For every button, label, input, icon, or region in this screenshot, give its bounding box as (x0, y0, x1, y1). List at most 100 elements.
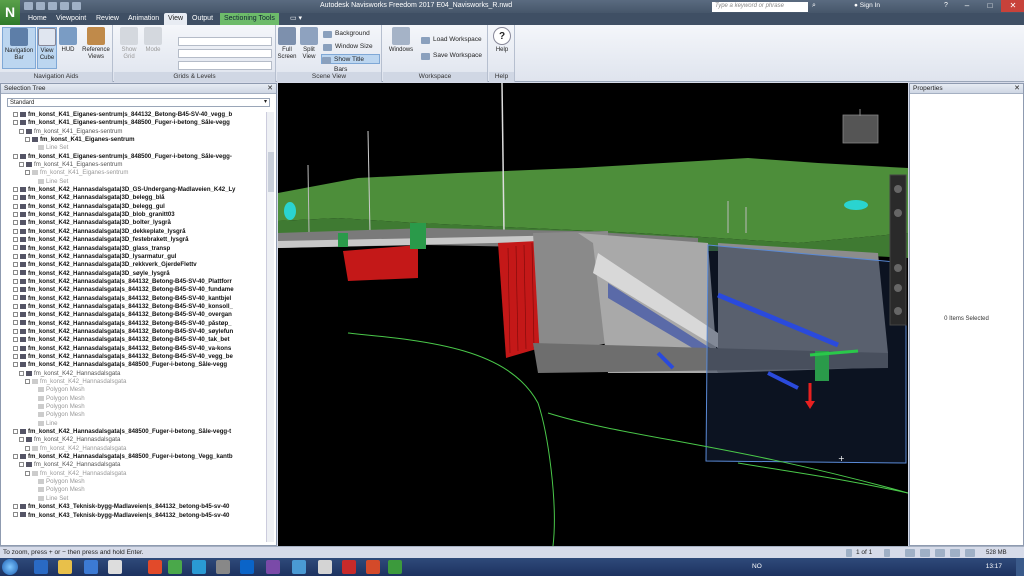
expand-toggle-icon[interactable] (19, 128, 24, 134)
tree-row[interactable]: fm_konst_K43_Teknisk-bygg-Madlaveien|s_8… (7, 512, 263, 520)
tree-row[interactable]: fm_konst_K42_Hannasdalsgata (7, 470, 263, 478)
tree-row[interactable]: fm_konst_K42_Hannasdalsgata|s_844132_Bet… (7, 345, 263, 353)
tree-row[interactable]: fm_konst_K42_Hannasdalsgata|3D_glass_tra… (7, 245, 263, 253)
tab-home[interactable]: Home (24, 13, 51, 25)
search-input[interactable]: Type a keyword or phrase (712, 2, 808, 12)
expand-toggle-icon[interactable] (13, 228, 18, 234)
tab-overflow[interactable]: ▭ ▾ (286, 13, 306, 25)
tree-row[interactable]: Line (7, 420, 263, 428)
powerpoint-icon[interactable] (366, 560, 380, 574)
redo-icon[interactable] (60, 2, 69, 10)
tree-row[interactable]: fm_konst_K42_Hannasdalsgata (7, 370, 263, 378)
load-workspace-button[interactable]: Load Workspace (421, 35, 482, 45)
expand-toggle-icon[interactable] (13, 512, 18, 518)
tab-review[interactable]: Review (92, 13, 123, 25)
app-icon[interactable] (84, 560, 98, 574)
expand-toggle-icon[interactable] (13, 212, 18, 218)
show-desktop-button[interactable] (1016, 558, 1024, 576)
language-indicator[interactable]: NO (752, 563, 762, 570)
tree-row[interactable]: fm_konst_K41_Eiganes-sentrum (7, 169, 263, 177)
expand-toggle-icon[interactable] (13, 203, 18, 209)
tree-row[interactable]: fm_konst_K42_Hannasdalsgata (7, 436, 263, 444)
app-menu-button[interactable]: N (0, 0, 20, 25)
tree-row[interactable]: fm_konst_K42_Hannasdalsgata|s_844132_Bet… (7, 336, 263, 344)
expand-toggle-icon[interactable] (13, 312, 18, 318)
expand-toggle-icon[interactable] (13, 328, 18, 334)
expand-toggle-icon[interactable] (13, 237, 18, 243)
tree-row[interactable]: Line Set (7, 178, 263, 186)
tree-row[interactable]: fm_konst_K42_Hannasdalsgata|s_844132_Bet… (7, 303, 263, 311)
save-icon[interactable] (36, 2, 45, 10)
app-icon[interactable] (216, 560, 230, 574)
expand-toggle-icon[interactable] (13, 153, 18, 159)
tree-row[interactable]: Polygon Mesh (7, 395, 263, 403)
save-workspace-button[interactable]: Save Workspace (421, 51, 482, 61)
app-icon[interactable] (266, 560, 280, 574)
tree-row[interactable]: fm_konst_K42_Hannasdalsgata|3D_dekkeplat… (7, 228, 263, 236)
tree-row[interactable]: fm_konst_K41_Eiganes-sentrum|s_848500_Fu… (7, 119, 263, 127)
expand-toggle-icon[interactable] (19, 462, 24, 468)
help-button[interactable]: ? Help (492, 27, 512, 54)
grid-level-combo-2[interactable] (178, 49, 272, 58)
tree-row[interactable]: fm_konst_K42_Hannasdalsgata|3D_belegg_bl… (7, 194, 263, 202)
pdf-icon[interactable] (342, 560, 356, 574)
expand-toggle-icon[interactable] (13, 353, 18, 359)
expand-toggle-icon[interactable] (13, 195, 18, 201)
tab-viewpoint[interactable]: Viewpoint (52, 13, 90, 25)
app-icon[interactable] (148, 560, 162, 574)
tree-row[interactable]: fm_konst_K42_Hannasdalsgata|3D_lysarmatu… (7, 253, 263, 261)
mode-button[interactable]: Mode (142, 27, 164, 54)
expand-toggle-icon[interactable] (13, 337, 18, 343)
tree-row[interactable]: fm_konst_K42_Hannasdalsgata|3D_blob_gran… (7, 211, 263, 219)
tree-row[interactable]: Polygon Mesh (7, 386, 263, 394)
close-panel-icon[interactable]: ✕ (267, 84, 273, 94)
tree-row[interactable]: fm_konst_K42_Hannasdalsgata|3D_belegg_gu… (7, 203, 263, 211)
expand-toggle-icon[interactable] (13, 278, 18, 284)
tree-row[interactable]: Line Set (7, 495, 263, 503)
minimize-button[interactable]: – (955, 0, 979, 12)
prev-page-icon[interactable] (846, 549, 852, 557)
tree-row[interactable]: fm_konst_K41_Eiganes-sentrum|s_848500_Fu… (7, 153, 263, 161)
tree-row[interactable]: fm_konst_K42_Hannasdalsgata|s_844132_Bet… (7, 311, 263, 319)
reference-views-button[interactable]: Reference Views (80, 27, 112, 69)
tree-row[interactable]: fm_konst_K42_Hannasdalsgata|s_844132_Bet… (7, 278, 263, 286)
expand-toggle-icon[interactable] (13, 303, 18, 309)
expand-toggle-icon[interactable] (13, 111, 18, 117)
close-panel-icon[interactable]: ✕ (1014, 84, 1020, 94)
tree-row[interactable]: Polygon Mesh (7, 478, 263, 486)
expand-toggle-icon[interactable] (13, 120, 18, 126)
expand-toggle-icon[interactable] (13, 220, 18, 226)
tree-row[interactable]: fm_konst_K42_Hannasdalsgata|3D_rekkverk_… (7, 261, 263, 269)
tree-row[interactable]: fm_konst_K42_Hannasdalsgata (7, 461, 263, 469)
scrollbar-thumb[interactable] (268, 152, 274, 192)
app-icon[interactable] (108, 560, 122, 574)
app-icon[interactable] (318, 560, 332, 574)
expand-toggle-icon[interactable] (13, 295, 18, 301)
tree-row[interactable]: fm_konst_K42_Hannasdalsgata|3D_festebrak… (7, 236, 263, 244)
clock[interactable]: 13:17 (986, 563, 1002, 570)
tree-row[interactable]: fm_konst_K42_Hannasdalsgata|s_848500_Fug… (7, 453, 263, 461)
tree-row[interactable]: fm_konst_K42_Hannasdalsgata|s_844132_Bet… (7, 328, 263, 336)
tree-row[interactable]: fm_konst_K42_Hannasdalsgata|s_848500_Fug… (7, 428, 263, 436)
grid-level-combo-3[interactable] (178, 61, 272, 70)
tree-row[interactable]: fm_konst_K42_Hannasdalsgata|s_844132_Bet… (7, 320, 263, 328)
navisworks-icon[interactable] (388, 560, 402, 574)
navigation-bar-button[interactable]: Navigation Bar (2, 27, 36, 69)
expand-toggle-icon[interactable] (13, 186, 18, 192)
expand-toggle-icon[interactable] (13, 245, 18, 251)
background-button[interactable]: Background (323, 29, 370, 39)
expand-toggle-icon[interactable] (13, 345, 18, 351)
expand-toggle-icon[interactable] (25, 445, 30, 451)
tree-row[interactable]: fm_konst_K42_Hannasdalsgata|3D_GS-Underg… (7, 186, 263, 194)
expand-toggle-icon[interactable] (25, 470, 30, 476)
tab-view[interactable]: View (164, 13, 188, 25)
tree-scrollbar[interactable] (266, 112, 274, 542)
tree-mode-select[interactable]: Standard (7, 98, 270, 107)
tab-sectioning-tools[interactable]: Sectioning Tools (220, 13, 279, 25)
tree-row[interactable]: fm_konst_K42_Hannasdalsgata (7, 445, 263, 453)
tree-row[interactable]: fm_konst_K41_Eiganes-sentrum (7, 136, 263, 144)
tree-row[interactable]: fm_konst_K42_Hannasdalsgata (7, 378, 263, 386)
explorer-icon[interactable] (58, 560, 72, 574)
app-icon[interactable] (192, 560, 206, 574)
grid-level-combo-1[interactable] (178, 37, 272, 46)
